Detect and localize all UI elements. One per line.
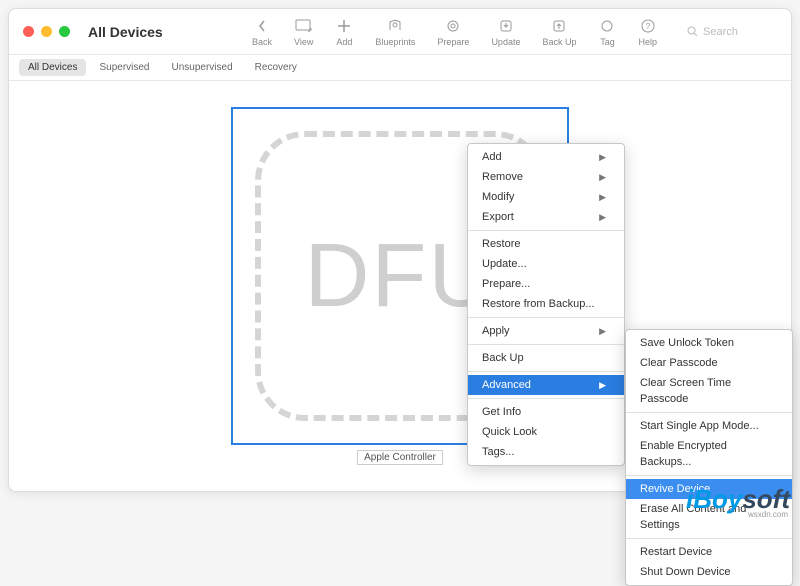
menu-separator — [626, 412, 792, 413]
submenu-clear-screentime[interactable]: Clear Screen Time Passcode — [626, 373, 792, 409]
tag-icon — [598, 17, 616, 35]
zoom-icon[interactable] — [59, 26, 70, 37]
menu-export[interactable]: Export▶ — [468, 207, 624, 227]
search-input[interactable]: Search — [687, 26, 777, 38]
submenu-shut-down-device[interactable]: Shut Down Device — [626, 562, 792, 582]
svg-text:?: ? — [646, 22, 651, 31]
gear-icon — [444, 17, 462, 35]
menu-modify[interactable]: Modify▶ — [468, 187, 624, 207]
update-icon — [497, 17, 515, 35]
tag-button[interactable]: Tag — [598, 17, 616, 47]
chevron-right-icon: ▶ — [599, 189, 606, 205]
filter-tabs: All Devices Supervised Unsupervised Reco… — [9, 55, 791, 81]
menu-update[interactable]: Update... — [468, 254, 624, 274]
plus-icon — [335, 17, 353, 35]
backup-icon — [550, 17, 568, 35]
minimize-icon[interactable] — [41, 26, 52, 37]
add-button[interactable]: Add — [335, 17, 353, 47]
advanced-submenu: Save Unlock Token Clear Passcode Clear S… — [625, 329, 793, 586]
blueprint-icon — [386, 17, 404, 35]
device-name-label: Apple Controller — [357, 450, 443, 465]
menu-quick-look[interactable]: Quick Look — [468, 422, 624, 442]
titlebar: All Devices Back View Add Blueprints Pre… — [9, 9, 791, 55]
backup-button[interactable]: Back Up — [542, 17, 576, 47]
watermark-sub: wsxdn.com — [748, 510, 788, 519]
submenu-clear-passcode[interactable]: Clear Passcode — [626, 353, 792, 373]
menu-separator — [468, 371, 624, 372]
menu-restore[interactable]: Restore — [468, 234, 624, 254]
tab-recovery[interactable]: Recovery — [246, 59, 306, 76]
grid-icon — [295, 17, 313, 35]
submenu-save-unlock-token[interactable]: Save Unlock Token — [626, 333, 792, 353]
menu-add[interactable]: Add▶ — [468, 147, 624, 167]
menu-separator — [468, 398, 624, 399]
menu-separator — [468, 344, 624, 345]
menu-restore-backup[interactable]: Restore from Backup... — [468, 294, 624, 314]
submenu-restart-device[interactable]: Restart Device — [626, 542, 792, 562]
help-icon: ? — [639, 17, 657, 35]
chevron-right-icon: ▶ — [599, 149, 606, 165]
traffic-lights — [23, 26, 70, 37]
close-icon[interactable] — [23, 26, 34, 37]
menu-prepare[interactable]: Prepare... — [468, 274, 624, 294]
menu-separator — [468, 230, 624, 231]
menu-apply[interactable]: Apply▶ — [468, 321, 624, 341]
toolbar: Back View Add Blueprints Prepare Update — [252, 17, 777, 47]
submenu-encrypted-backups[interactable]: Enable Encrypted Backups... — [626, 436, 792, 472]
tab-supervised[interactable]: Supervised — [90, 59, 158, 76]
update-button[interactable]: Update — [491, 17, 520, 47]
view-button[interactable]: View — [294, 17, 313, 47]
menu-separator — [468, 317, 624, 318]
chevron-right-icon: ▶ — [599, 377, 606, 393]
chevron-right-icon: ▶ — [599, 323, 606, 339]
menu-tags[interactable]: Tags... — [468, 442, 624, 462]
chevron-right-icon: ▶ — [599, 209, 606, 225]
menu-separator — [626, 538, 792, 539]
menu-remove[interactable]: Remove▶ — [468, 167, 624, 187]
search-icon — [687, 26, 698, 37]
menu-separator — [626, 475, 792, 476]
help-button[interactable]: ? Help — [638, 17, 657, 47]
blueprints-button[interactable]: Blueprints — [375, 17, 415, 47]
context-menu: Add▶ Remove▶ Modify▶ Export▶ Restore Upd… — [467, 143, 625, 466]
back-button[interactable]: Back — [252, 17, 272, 47]
chevron-left-icon — [253, 17, 271, 35]
menu-backup[interactable]: Back Up — [468, 348, 624, 368]
window-title: All Devices — [88, 24, 163, 40]
chevron-right-icon: ▶ — [599, 169, 606, 185]
menu-advanced[interactable]: Advanced▶ — [468, 375, 624, 395]
submenu-single-app-mode[interactable]: Start Single App Mode... — [626, 416, 792, 436]
prepare-button[interactable]: Prepare — [437, 17, 469, 47]
menu-get-info[interactable]: Get Info — [468, 402, 624, 422]
tab-all-devices[interactable]: All Devices — [19, 59, 86, 76]
tab-unsupervised[interactable]: Unsupervised — [163, 59, 242, 76]
